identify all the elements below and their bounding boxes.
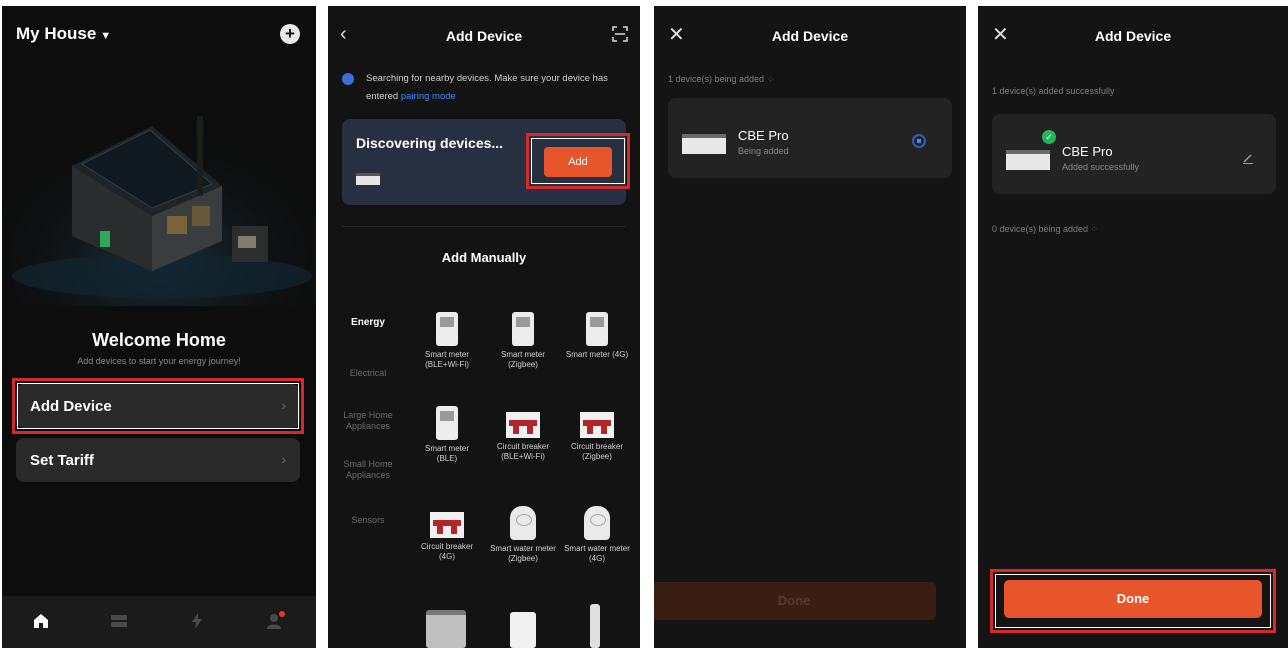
check-icon: ✓ <box>1042 130 1056 144</box>
screen-added: ✕ Add Device 1 device(s) added successfu… <box>978 6 1288 648</box>
add-manually-title: Add Manually <box>441 250 527 265</box>
progress-spinner-icon <box>912 134 926 148</box>
device-tile[interactable]: Circuit breaker (4G) <box>414 506 480 562</box>
device-label: Smart meter (BLE) <box>424 444 469 463</box>
smart-meter-icon <box>436 312 458 346</box>
circuit-breaker-icon <box>506 412 540 438</box>
device-name: CBE Pro <box>1062 144 1113 159</box>
screen-home: My House ▼ + Welcome Home Add devices to … <box>2 6 316 648</box>
circuit-breaker-icon <box>580 412 614 438</box>
device-tile[interactable]: Smart meter (BLE+Wi-Fi) <box>414 312 480 370</box>
devices-icon[interactable] <box>108 610 130 632</box>
search-message: Searching for nearby devices. Make sure … <box>366 70 628 106</box>
category-electrical[interactable]: Electrical <box>332 368 404 379</box>
highlight-box <box>12 378 304 434</box>
device-thumbnail <box>682 134 726 154</box>
loading-icon: ⁘ <box>1090 224 1099 234</box>
smart-meter-icon <box>436 406 458 440</box>
pending-status-text: 0 device(s) being added <box>992 224 1089 234</box>
device-tile[interactable]: Circuit breaker (Zigbee) <box>564 406 630 462</box>
circuit-breaker-icon <box>430 512 464 538</box>
home-selector[interactable]: My House ▼ <box>16 24 111 44</box>
smart-meter-icon <box>586 312 608 346</box>
device-thumbnail <box>1006 150 1050 170</box>
device-tile[interactable]: Smart water meter (4G) <box>564 506 630 564</box>
device-label: Smart water meter (Zigbee) <box>490 544 556 563</box>
scan-icon[interactable] <box>612 26 628 42</box>
home-name: My House <box>16 24 97 43</box>
device-label: Smart water meter (4G) <box>564 544 630 563</box>
caret-down-icon: ▼ <box>100 30 112 42</box>
device-label: Circuit breaker (4G) <box>420 542 473 561</box>
welcome-title: Welcome Home <box>92 330 226 350</box>
category-sensors[interactable]: Sensors <box>332 515 404 526</box>
pending-status: 0 device(s) being added ⁘ <box>992 224 1098 235</box>
device-card[interactable]: ✓ CBE Pro Added successfully <box>992 114 1276 194</box>
pairing-mode-link[interactable]: pairing mode <box>401 91 456 102</box>
discovering-title: Discovering devices... <box>356 135 504 151</box>
water-meter-icon <box>584 506 610 540</box>
page-title: Add Device <box>445 28 523 44</box>
device-icon[interactable] <box>510 612 536 648</box>
page-title: Add Device <box>1094 28 1172 44</box>
device-name: CBE Pro <box>738 128 789 143</box>
energy-icon[interactable] <box>186 610 208 632</box>
device-label: Circuit breaker (Zigbee) <box>570 442 623 461</box>
tab-bar <box>2 596 316 648</box>
device-label: Smart meter (4G) <box>565 350 629 359</box>
page-title: Add Device <box>771 28 849 44</box>
device-tile[interactable]: Circuit breaker (BLE+Wi-Fi) <box>490 406 556 462</box>
category-large-home-appliances[interactable]: Large Home Appliances <box>332 410 404 432</box>
device-thumbnail <box>356 173 380 185</box>
adding-status-text: 1 device(s) being added <box>668 74 765 84</box>
device-tile[interactable]: Smart water meter (Zigbee) <box>490 506 556 564</box>
home-icon[interactable] <box>30 610 52 632</box>
set-tariff-label: Set Tariff <box>30 452 94 469</box>
plus-icon[interactable]: + <box>280 24 300 44</box>
searching-indicator-icon <box>342 73 354 85</box>
device-label: Smart meter (Zigbee) <box>500 350 545 369</box>
profile-icon[interactable] <box>264 610 286 632</box>
device-icon[interactable] <box>426 610 466 648</box>
category-energy[interactable]: Energy <box>332 317 404 328</box>
adding-status: 1 device(s) being added ⁘ <box>668 74 774 85</box>
device-label: Circuit breaker (BLE+Wi-Fi) <box>496 442 549 461</box>
loading-icon: ⁘ <box>766 74 775 84</box>
device-tile[interactable]: Smart meter (BLE) <box>414 406 480 464</box>
set-tariff-row[interactable]: Set Tariff › <box>16 438 300 482</box>
device-tile[interactable]: Smart meter (Zigbee) <box>490 312 556 370</box>
device-status: Being added <box>738 146 789 156</box>
edit-icon[interactable] <box>1242 152 1254 164</box>
device-card[interactable]: CBE Pro Being added <box>668 98 952 178</box>
category-small-home-appliances[interactable]: Small Home Appliances <box>332 459 404 481</box>
water-meter-icon <box>510 506 536 540</box>
device-status: Added successfully <box>1062 162 1140 172</box>
device-tile[interactable]: Smart meter (4G) <box>564 312 630 360</box>
success-status: 1 device(s) added successfully <box>992 86 1115 96</box>
screen-adding: ✕ Add Device 1 device(s) being added ⁘ C… <box>654 6 966 648</box>
device-icon[interactable] <box>590 604 600 648</box>
house-illustration <box>2 76 316 306</box>
welcome-subtitle: Add devices to start your energy journey… <box>77 356 241 366</box>
screen-add-device-search: ‹ Add Device Searching for nearby device… <box>328 6 640 648</box>
done-button-disabled: Done <box>654 582 936 620</box>
device-label: Smart meter (BLE+Wi-Fi) <box>424 350 469 369</box>
divider <box>342 226 626 227</box>
smart-meter-icon <box>512 312 534 346</box>
chevron-right-icon: › <box>281 451 286 467</box>
highlight-box <box>990 569 1276 633</box>
highlight-box <box>526 133 630 189</box>
